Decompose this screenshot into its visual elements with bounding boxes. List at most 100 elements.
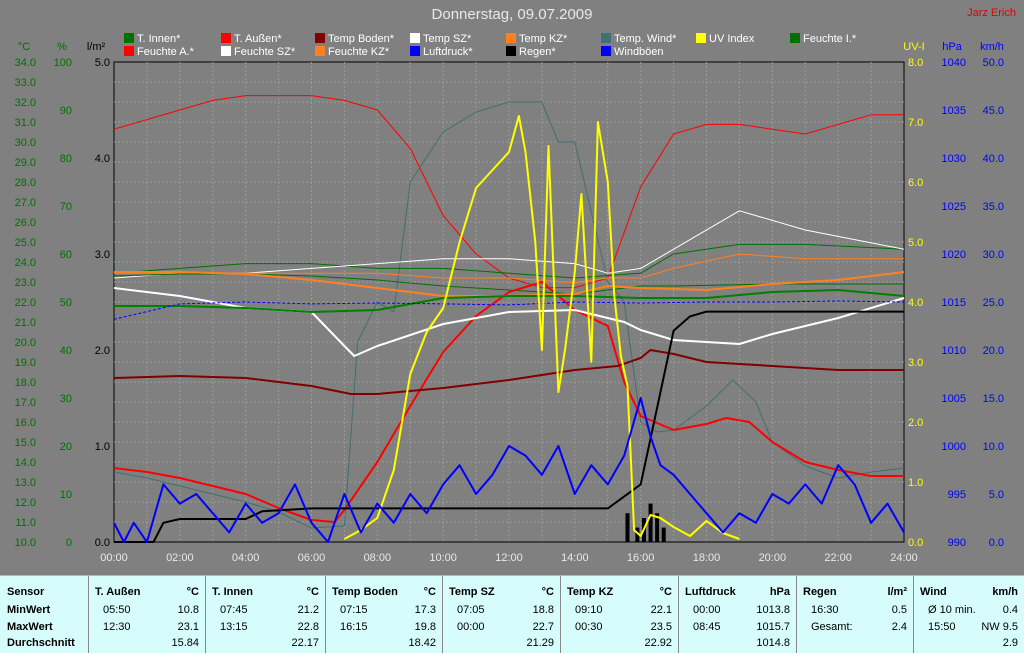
- y-tick-label-rain: 4.0: [95, 153, 110, 165]
- legend-label: Feuchte A.*: [137, 46, 194, 58]
- legend-label: UV Index: [709, 33, 755, 45]
- y-tick-label-rain: 3.0: [95, 249, 110, 261]
- y-tick-label-temp: 34.0: [15, 57, 36, 69]
- y-tick-label-humidity: 80: [60, 153, 72, 165]
- legend-swatch: [601, 46, 611, 56]
- legend-label: T. Innen*: [137, 33, 181, 45]
- legend-entry: Feuchte I.*: [790, 33, 856, 45]
- x-tick-label: 20:00: [759, 552, 787, 564]
- y-tick-label-humidity: 70: [60, 201, 72, 213]
- chart-title: Donnerstag, 09.07.2009: [431, 6, 593, 23]
- stats-row-label: MaxWert: [7, 621, 53, 633]
- stats-section: T. Innen °C 07:45 21.2 13:15 22.8 22.17: [205, 576, 325, 653]
- y-tick-label-rain: 2.0: [95, 345, 110, 357]
- stats-cell: 0.5: [891, 604, 907, 616]
- stats-cell: °C: [541, 586, 554, 598]
- stats-cell: 2.4: [891, 621, 907, 633]
- y-tick-label-temp: 12.0: [15, 497, 36, 509]
- y-tick-label-temp: 14.0: [15, 457, 36, 469]
- y-tick-label-humidity: 100: [54, 57, 72, 69]
- stats-row-label: MinWert: [7, 604, 51, 616]
- stats-cell: 22.17: [291, 637, 319, 649]
- stats-panel: Sensor MinWert MaxWert Durchschnitt T. A…: [0, 576, 1024, 653]
- stats-cell: NW 9.5: [981, 621, 1018, 633]
- y-tick-label-wind: 5.0: [989, 489, 1004, 501]
- y-tick-label-temp: 16.0: [15, 417, 36, 429]
- stats-section: Temp KZ °C 09:10 22.1 00:30 23.5 22.92: [560, 576, 678, 653]
- legend-swatch: [410, 46, 420, 56]
- legend-label: Feuchte I.*: [803, 33, 857, 45]
- stats-cell: 18.8: [532, 604, 554, 616]
- y-tick-label-pressure: 1010: [942, 345, 966, 357]
- stats-cell: 19.8: [414, 621, 436, 633]
- stats-cell: 08:45: [693, 621, 721, 633]
- stats-cell: 0.4: [1002, 604, 1018, 616]
- legend-entry: T. Innen*: [124, 33, 180, 45]
- legend-swatch: [124, 46, 134, 56]
- stats-cell: 23.1: [177, 621, 199, 633]
- stats-cell: T. Innen: [212, 586, 253, 598]
- stats-section: Luftdruck hPa 00:00 1013.8 08:45 1015.7 1014.8: [678, 576, 796, 653]
- stats-cell: 00:00: [693, 604, 721, 616]
- stats-cell: Temp Boden: [332, 586, 398, 598]
- legend-swatch: [315, 33, 325, 43]
- x-tick-label: 02:00: [166, 552, 194, 564]
- y-tick-label-temp: 23.0: [15, 277, 36, 289]
- y-tick-label-humidity: 0: [66, 537, 72, 549]
- y-tick-label-humidity: 10: [60, 489, 72, 501]
- y-tick-label-pressure: 1040: [942, 57, 966, 69]
- legend-label: Regen*: [519, 46, 556, 58]
- stats-cell: 22.8: [297, 621, 319, 633]
- x-tick-label: 16:00: [627, 552, 655, 564]
- y-tick-label-temp: 26.0: [15, 217, 36, 229]
- y-tick-label-pressure: 1015: [942, 297, 966, 309]
- stats-cell: 21.2: [297, 604, 319, 616]
- legend-label: T. Außen*: [234, 33, 282, 45]
- stats-cell: 15.84: [171, 637, 199, 649]
- y-tick-label-wind: 20.0: [983, 345, 1004, 357]
- weather-chart: 00:00 02:00 04:00 06:00 08:00 10:00 12:00 14:00…: [15, 41, 1004, 564]
- legend-label: Windböen: [614, 46, 664, 58]
- y-axis-unit-uv: UV-I: [903, 41, 924, 53]
- legend-entry: Feuchte KZ*: [315, 46, 389, 58]
- legend-swatch: [221, 46, 231, 56]
- stats-cell: °C: [659, 586, 672, 598]
- x-tick-label: 14:00: [561, 552, 589, 564]
- stats-cell: Gesamt:: [811, 621, 853, 633]
- y-tick-label-pressure: 1000: [942, 441, 966, 453]
- y-tick-label-uv: 6.0: [908, 177, 923, 189]
- y-tick-label-uv: 8.0: [908, 57, 923, 69]
- stats-cell: °C: [186, 586, 199, 598]
- y-tick-label-temp: 20.0: [15, 337, 36, 349]
- stats-sensor-column: Sensor MinWert MaxWert Durchschnitt: [0, 576, 88, 653]
- legend-entry: Regen*: [506, 46, 556, 58]
- x-tick-label: 22:00: [824, 552, 852, 564]
- y-tick-label-temp: 25.0: [15, 237, 36, 249]
- stats-cell: 15:50: [928, 621, 956, 633]
- stats-cell: 23.5: [650, 621, 672, 633]
- legend-entry: Luftdruck*: [410, 46, 473, 58]
- y-tick-label-rain: 1.0: [95, 441, 110, 453]
- x-tick-label: 06:00: [298, 552, 326, 564]
- y-tick-label-wind: 35.0: [983, 201, 1004, 213]
- rain-bar: [661, 527, 666, 542]
- stats-cell: 16:15: [340, 621, 368, 633]
- rain-bar: [648, 503, 653, 542]
- legend-entry: Temp SZ*: [410, 33, 471, 45]
- stats-section: Temp Boden °C 07:15 17.3 16:15 19.8 18.42: [325, 576, 442, 653]
- legend-swatch: [790, 33, 800, 43]
- stats-cell: Temp SZ: [449, 586, 495, 598]
- y-tick-label-wind: 50.0: [983, 57, 1004, 69]
- y-tick-label-pressure: 995: [948, 489, 966, 501]
- legend-entry: Windböen: [601, 46, 664, 58]
- y-tick-label-humidity: 20: [60, 441, 72, 453]
- y-axis-unit-humidity: %: [57, 41, 67, 53]
- y-tick-label-humidity: 90: [60, 105, 72, 117]
- stats-cell: 07:45: [220, 604, 248, 616]
- legend-label: Temp Boden*: [328, 33, 395, 45]
- y-tick-label-uv: 2.0: [908, 417, 923, 429]
- legend-entry: Feuchte A.*: [124, 46, 194, 58]
- legend-entry: UV Index: [696, 33, 754, 45]
- stats-section: T. Außen °C 05:50 10.8 12:30 23.1 15.84: [88, 576, 205, 653]
- legend-entry: Feuchte SZ*: [221, 46, 295, 58]
